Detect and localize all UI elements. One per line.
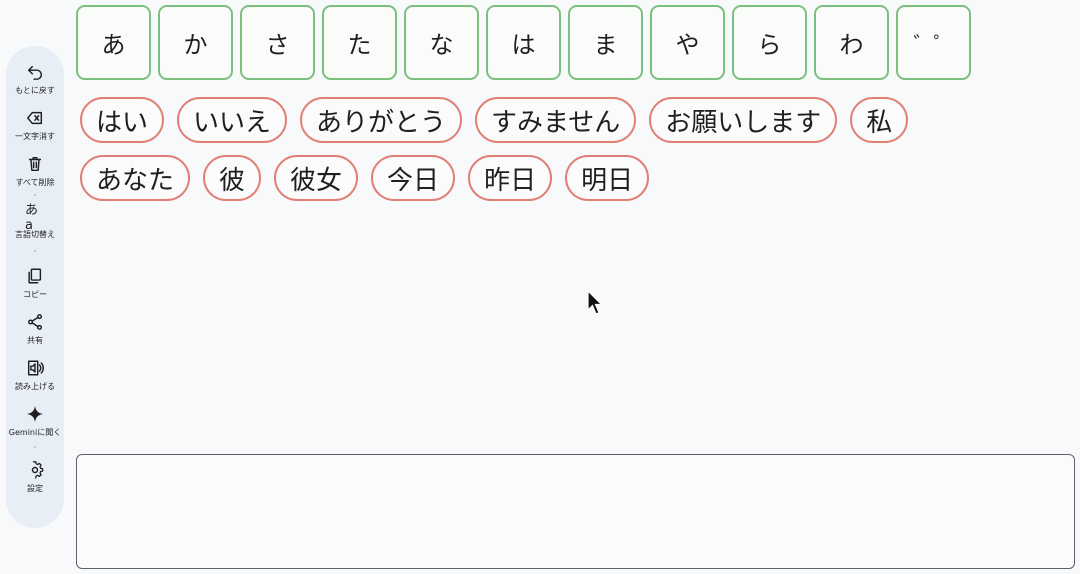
settings-button[interactable]: 設定 bbox=[6, 460, 64, 494]
undo-label: もとに戻す bbox=[15, 86, 55, 95]
mouse-pointer-icon bbox=[587, 290, 603, 315]
kana-key-ra[interactable]: ら bbox=[732, 5, 807, 80]
chip-row: はい いいえ ありがとう すみません お願いします 私 bbox=[80, 97, 980, 143]
language-toggle-icon: あa bbox=[25, 203, 39, 233]
kana-key-sa[interactable]: さ bbox=[240, 5, 315, 80]
text-output-area[interactable] bbox=[76, 454, 1075, 569]
clear-all-label: すべて削除 bbox=[15, 178, 55, 187]
word-chip[interactable]: ありがとう bbox=[300, 97, 463, 143]
undo-button[interactable]: もとに戻す bbox=[6, 62, 64, 96]
divider bbox=[34, 250, 36, 252]
settings-label: 設定 bbox=[27, 484, 43, 493]
app: もとに戻す 一文字消す すべて削除 あa 言語切替え コピー 共有 読み上げる … bbox=[0, 0, 1080, 574]
kana-key-na[interactable]: な bbox=[404, 5, 479, 80]
copy-button[interactable]: コピー bbox=[6, 266, 64, 300]
backspace-label: 一文字消す bbox=[15, 132, 55, 141]
word-chip[interactable]: 彼女 bbox=[274, 155, 359, 201]
word-chip[interactable]: あなた bbox=[80, 155, 191, 201]
kana-keyboard: あ か さ た な は ま や ら わ ゛゜ bbox=[76, 5, 971, 80]
ask-gemini-label: Geminiに聞く bbox=[8, 428, 62, 437]
share-button[interactable]: 共有 bbox=[6, 312, 64, 346]
undo-icon bbox=[25, 62, 45, 82]
clear-all-button[interactable]: すべて削除 bbox=[6, 154, 64, 188]
word-chip[interactable]: はい bbox=[80, 97, 165, 143]
kana-key-dakuten[interactable]: ゛゜ bbox=[896, 5, 971, 80]
sidebar: もとに戻す 一文字消す すべて削除 あa 言語切替え コピー 共有 読み上げる … bbox=[6, 46, 64, 528]
divider bbox=[34, 446, 36, 448]
chip-row: あなた 彼 彼女 今日 昨日 明日 bbox=[80, 155, 980, 201]
share-label: 共有 bbox=[27, 336, 43, 345]
ask-gemini-button[interactable]: Geminiに聞く bbox=[6, 404, 64, 438]
gear-icon bbox=[25, 460, 45, 480]
read-aloud-label: 読み上げる bbox=[15, 382, 55, 391]
kana-key-a[interactable]: あ bbox=[76, 5, 151, 80]
word-suggestions: はい いいえ ありがとう すみません お願いします 私 あなた 彼 彼女 今日 … bbox=[80, 97, 980, 201]
kana-key-ka[interactable]: か bbox=[158, 5, 233, 80]
copy-label: コピー bbox=[23, 290, 47, 299]
word-chip[interactable]: 今日 bbox=[371, 155, 456, 201]
copy-icon bbox=[25, 266, 45, 286]
word-chip[interactable]: いいえ bbox=[177, 97, 288, 143]
language-toggle-label: 言語切替え bbox=[15, 230, 55, 239]
language-toggle-button[interactable]: あa 言語切替え bbox=[6, 203, 64, 240]
word-chip[interactable]: 私 bbox=[850, 97, 909, 143]
read-aloud-button[interactable]: 読み上げる bbox=[6, 358, 64, 392]
word-chip[interactable]: 明日 bbox=[565, 155, 650, 201]
backspace-button[interactable]: 一文字消す bbox=[6, 108, 64, 142]
sparkle-icon bbox=[25, 404, 45, 424]
kana-key-ya[interactable]: や bbox=[650, 5, 725, 80]
word-chip[interactable]: 昨日 bbox=[468, 155, 553, 201]
word-chip[interactable]: 彼 bbox=[203, 155, 262, 201]
word-chip[interactable]: お願いします bbox=[649, 97, 838, 143]
trash-icon bbox=[25, 154, 45, 174]
kana-key-ha[interactable]: は bbox=[486, 5, 561, 80]
divider bbox=[34, 194, 36, 196]
speaker-icon bbox=[25, 358, 45, 378]
kana-key-wa[interactable]: わ bbox=[814, 5, 889, 80]
word-chip[interactable]: すみません bbox=[475, 97, 637, 143]
share-icon bbox=[25, 312, 45, 332]
backspace-icon bbox=[25, 108, 45, 128]
kana-key-ta[interactable]: た bbox=[322, 5, 397, 80]
kana-key-ma[interactable]: ま bbox=[568, 5, 643, 80]
